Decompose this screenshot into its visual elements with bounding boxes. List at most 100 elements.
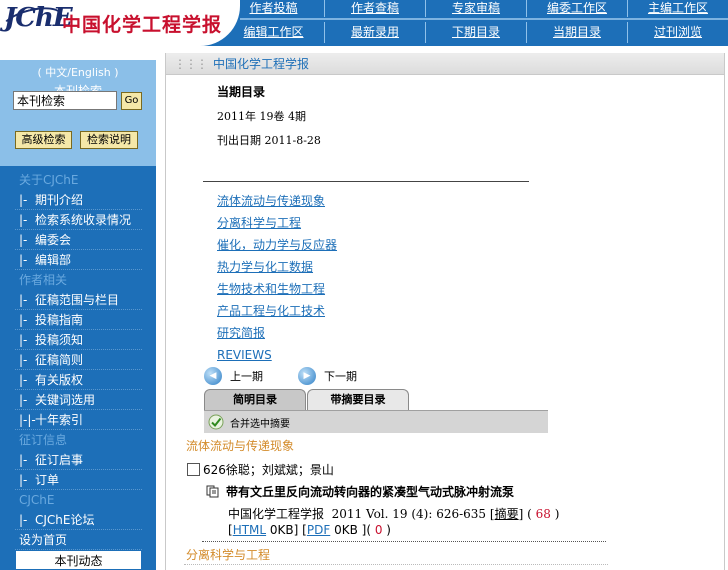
tree-prefix: |- [19, 473, 28, 487]
sidebar-item-submission-notice[interactable]: |- 投稿须知 [15, 330, 142, 350]
tree-prefix: |- [19, 373, 28, 387]
journal-news-tab[interactable]: 本刊动态 [15, 550, 142, 570]
pdf-link[interactable]: PDF [307, 523, 330, 537]
sidebar-category-cjche: CJChE [19, 493, 55, 507]
sidebar-item-label: 编委会 [35, 233, 72, 247]
sidebar-item-label: 征稿范围与栏目 [35, 293, 120, 307]
sidebar-item-author-instructions[interactable]: |- 征稿简则 [15, 350, 142, 370]
article-title[interactable]: 带有文丘里反向流动转向器的紧凑型气动式脉冲射流泵 [226, 483, 514, 500]
tree-prefix: |- [19, 193, 28, 207]
panel-title: 中国化学工程学报 [213, 57, 310, 71]
nav-current-issue[interactable]: 当期目录 [526, 22, 627, 43]
sidebar-search-panel: ( 中文/English ) 本刊检索 [0, 60, 156, 166]
merge-abstract-button[interactable]: 合并选中摘要 [230, 415, 290, 430]
circle-left-icon[interactable]: ◀ [204, 367, 222, 385]
download-count: 0 [374, 523, 383, 537]
sidebar-item-submission-guide[interactable]: |- 投稿指南 [15, 310, 142, 330]
toc-tabs: 简明目录 带摘要目录 [204, 389, 410, 411]
abstract-view-count: 68 [535, 507, 551, 521]
html-size: 0KB [269, 523, 294, 537]
search-input[interactable] [13, 91, 117, 110]
checkmark-icon[interactable] [208, 414, 224, 430]
sidebar-item-scope[interactable]: |- 征稿范围与栏目 [15, 290, 142, 310]
category-link[interactable]: 研究简报 [217, 322, 337, 344]
sidebar-item-label: 检索系统收录情况 [35, 213, 132, 227]
logo-title: 中国化学工程学报 [62, 14, 223, 36]
category-link[interactable]: REVIEWS [217, 344, 337, 366]
nav-archive[interactable]: 过刊浏览 [627, 22, 728, 43]
nav-author-query[interactable]: 作者查稿 [324, 0, 425, 17]
article-divider [202, 541, 606, 542]
sidebar-item-label: 关键词选用 [35, 393, 96, 407]
sidebar-item-label: 有关版权 [35, 373, 84, 387]
sidebar-item-label: 订单 [35, 473, 60, 487]
nav-editorial-board-area[interactable]: 编委工作区 [526, 0, 627, 17]
panel-header: ⋮⋮⋮ 中国化学工程学报 [166, 53, 724, 75]
category-link[interactable]: 催化，动力学与反应器 [217, 234, 337, 256]
nav-chief-editor-area[interactable]: 主编工作区 [627, 0, 728, 17]
header-bar: JChE 中国化学工程学报 作者投稿 作者查稿 专家审稿 编委工作区 主编工作区… [0, 0, 728, 46]
sidebar-item-ten-year-index[interactable]: |-|-十年索引 [15, 410, 142, 430]
sidebar-item-keywords[interactable]: |- 关键词选用 [15, 390, 142, 410]
tree-prefix: |- [19, 213, 28, 227]
merge-abstract-bar: 合并选中摘要 [204, 410, 548, 433]
article-authors: 626徐聪；刘斌斌；景山 [203, 463, 334, 477]
main-panel: ⋮⋮⋮ 中国化学工程学报 当期目录 2011年 19卷 4期 刊出日期 2011-… [165, 53, 725, 570]
tab-abstract-toc[interactable]: 带摘要目录 [307, 389, 409, 411]
sidebar-category-about: 关于CJChE [19, 173, 79, 187]
top-nav-row-1: 作者投稿 作者查稿 专家审稿 编委工作区 主编工作区 [223, 0, 728, 17]
category-link[interactable]: 生物技术和生物工程 [217, 278, 337, 300]
advanced-search-button[interactable]: 高级检索 [15, 131, 72, 149]
sidebar-item-label: 投稿指南 [35, 313, 84, 327]
sidebar-item-set-homepage[interactable]: 设为首页 [15, 530, 142, 550]
nav-author-submit[interactable]: 作者投稿 [223, 0, 324, 17]
sidebar-item-forum[interactable]: |- CJChE论坛 [15, 510, 142, 530]
circle-right-icon[interactable]: ▶ [298, 367, 316, 385]
sidebar-item-indexing[interactable]: |- 检索系统收录情况 [15, 210, 142, 230]
journal-name: 中国化学工程学报 [228, 507, 325, 521]
category-link[interactable]: 热力学与化工数据 [217, 256, 337, 278]
top-nav-row-2: 编辑工作区 最新录用 下期目录 当期目录 过刊浏览 [223, 22, 728, 43]
category-link[interactable]: 流体流动与传递现象 [217, 190, 337, 212]
tree-prefix: |- [19, 513, 28, 527]
logo-area[interactable]: JChE 中国化学工程学报 [0, 0, 240, 46]
article-file-links: [HTML 0KB] [PDF 0KB ]( 0 ) [228, 523, 391, 537]
prev-issue-link[interactable]: 上一期 [230, 368, 263, 384]
article-checkbox[interactable] [187, 463, 200, 476]
tree-prefix: |-|- [19, 413, 36, 427]
sidebar: ( 中文/English ) 本刊检索 Go 高级检索 检索说明 关于CJChE… [0, 46, 156, 570]
tree-prefix: |- [19, 253, 28, 267]
html-link[interactable]: HTML [233, 523, 266, 537]
sidebar-item-subscription-notice[interactable]: |- 征订启事 [15, 450, 142, 470]
abstract-link[interactable]: 摘要 [495, 507, 519, 521]
category-link[interactable]: 产品工程与化工技术 [217, 300, 337, 322]
go-button[interactable]: Go [121, 92, 142, 110]
issue-date-value: 2011-8-28 [264, 134, 321, 147]
sidebar-item-label: 征订启事 [35, 453, 84, 467]
sidebar-item-editorial-board[interactable]: |- 编委会 [15, 230, 142, 250]
search-help-button[interactable]: 检索说明 [80, 131, 138, 149]
section-heading: 分离科学与工程 [186, 548, 271, 562]
tab-brief-toc[interactable]: 简明目录 [204, 389, 306, 411]
sidebar-item-order[interactable]: |- 订单 [15, 470, 142, 490]
sidebar-item-label: 征稿简则 [35, 353, 84, 367]
nav-latest-accepted[interactable]: 最新录用 [324, 22, 425, 43]
sidebar-item-label: 编辑部 [35, 253, 72, 267]
category-link[interactable]: 分离科学与工程 [217, 212, 337, 234]
nav-editor-area[interactable]: 编辑工作区 [223, 22, 324, 43]
nav-next-issue[interactable]: 下期目录 [425, 22, 526, 43]
nav-expert-review[interactable]: 专家审稿 [425, 0, 526, 17]
sidebar-item-editorial-office[interactable]: |- 编辑部 [15, 250, 142, 270]
tree-prefix: |- [19, 393, 28, 407]
next-issue-link[interactable]: 下一期 [324, 368, 357, 384]
grip-icon: ⋮⋮⋮ [174, 57, 208, 71]
divider [203, 181, 529, 182]
sidebar-item-label: 十年索引 [35, 413, 84, 427]
sidebar-item-copyright[interactable]: |- 有关版权 [15, 370, 142, 390]
language-switch[interactable]: ( 中文/English ) [0, 64, 156, 80]
sidebar-menu: 关于CJChE |- 期刊介绍 |- 检索系统收录情况 |- 编委会 |- 编辑部 作者… [15, 170, 142, 550]
sidebar-item-journal-intro[interactable]: |- 期刊介绍 [15, 190, 142, 210]
issue-date-label: 刊出日期 [217, 134, 261, 147]
document-icon [206, 485, 219, 498]
sidebar-item-label: CJChE论坛 [35, 513, 95, 527]
